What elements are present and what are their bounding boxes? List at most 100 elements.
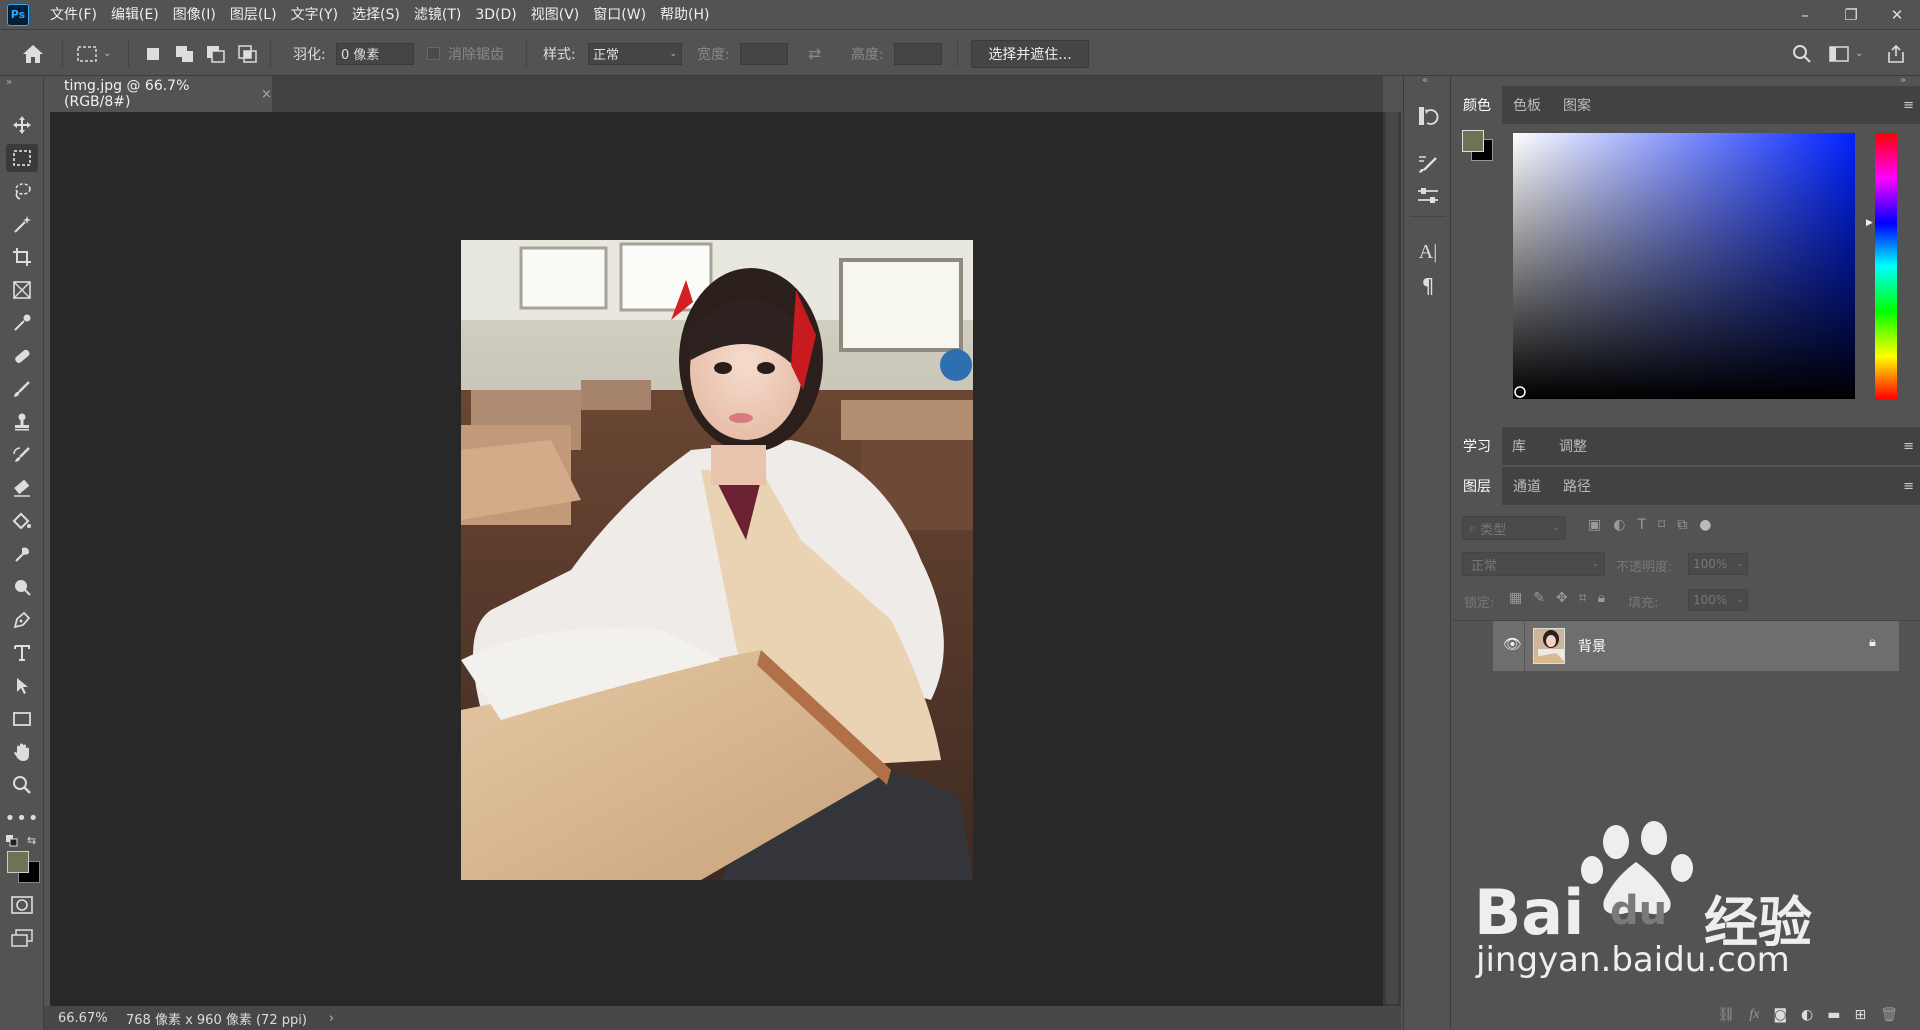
properties-panel-icon[interactable] bbox=[1414, 182, 1442, 210]
share-icon[interactable] bbox=[1886, 31, 1906, 76]
healing-brush-tool-icon[interactable] bbox=[6, 342, 38, 370]
intersect-selection-icon[interactable] bbox=[238, 31, 258, 76]
quick-mask-icon[interactable] bbox=[6, 891, 38, 919]
panel-menu-icon[interactable]: ≡ bbox=[1903, 439, 1914, 454]
add-selection-icon[interactable] bbox=[175, 31, 195, 76]
path-selection-tool-icon[interactable] bbox=[6, 672, 38, 700]
menu-help[interactable]: 帮助(H) bbox=[653, 0, 716, 30]
zoom-level[interactable]: 66.67% bbox=[58, 1011, 108, 1026]
menu-filter[interactable]: 滤镜(T) bbox=[407, 0, 468, 30]
foreground-color-swatch[interactable] bbox=[7, 851, 29, 873]
filter-toggle-icon[interactable]: ● bbox=[1699, 517, 1711, 533]
fx-icon[interactable]: fx bbox=[1749, 1007, 1759, 1023]
workspace-icon[interactable]: ⌄ bbox=[1829, 31, 1863, 76]
hand-tool-icon[interactable] bbox=[6, 738, 38, 766]
trash-icon[interactable]: 🗑︎ bbox=[1880, 1007, 1898, 1023]
menu-3d[interactable]: 3D(D) bbox=[468, 0, 523, 30]
hue-slider-handle-icon[interactable]: ▶ bbox=[1866, 218, 1873, 228]
antialias-checkbox[interactable] bbox=[427, 47, 440, 60]
layer-row[interactable]: 👁︎ 背景 🔒︎ bbox=[1493, 621, 1899, 671]
layer-name[interactable]: 背景 bbox=[1578, 636, 1606, 656]
style-select[interactable]: 正常 ⌄ bbox=[588, 42, 682, 65]
width-input[interactable] bbox=[740, 42, 788, 65]
swap-colors-icon[interactable]: ⇆ bbox=[27, 835, 39, 847]
close-tab-icon[interactable]: × bbox=[261, 87, 272, 102]
tab-paths[interactable]: 路径 bbox=[1552, 467, 1602, 505]
home-icon[interactable] bbox=[22, 31, 44, 76]
history-brush-tool-icon[interactable] bbox=[6, 441, 38, 469]
history-panel-icon[interactable] bbox=[1414, 102, 1442, 130]
collapse-arrows-icon[interactable]: « bbox=[1422, 75, 1428, 86]
lock-image-pixels-icon[interactable]: ✎ bbox=[1533, 590, 1545, 606]
tab-layers[interactable]: 图层 bbox=[1452, 467, 1502, 505]
subtract-selection-icon[interactable] bbox=[206, 31, 226, 76]
paragraph-panel-icon[interactable]: ¶ bbox=[1414, 272, 1442, 300]
collapse-arrows-icon[interactable]: » bbox=[1900, 75, 1906, 86]
foreground-color-swatch[interactable] bbox=[1462, 130, 1484, 152]
tab-patterns[interactable]: 图案 bbox=[1552, 86, 1602, 124]
filter-type-layer-icon[interactable]: T bbox=[1637, 517, 1646, 533]
filter-shape-layer-icon[interactable]: ⌑ bbox=[1658, 517, 1665, 533]
default-colors-icon[interactable] bbox=[6, 835, 18, 847]
menu-edit[interactable]: 编辑(E) bbox=[104, 0, 166, 30]
menu-image[interactable]: 图像(I) bbox=[166, 0, 223, 30]
height-input[interactable] bbox=[894, 42, 942, 65]
character-panel-icon[interactable]: A| bbox=[1414, 238, 1442, 266]
rectangle-tool-icon[interactable] bbox=[6, 705, 38, 733]
collapse-arrows-icon[interactable]: » bbox=[6, 77, 12, 88]
restore-button[interactable]: ❐ bbox=[1828, 0, 1874, 30]
pen-tool-icon[interactable] bbox=[6, 606, 38, 634]
rectangular-marquee-tool-icon[interactable] bbox=[6, 144, 38, 172]
panel-menu-icon[interactable]: ≡ bbox=[1903, 98, 1914, 113]
blend-mode-select[interactable]: 正常 ⌄ bbox=[1462, 552, 1605, 576]
feather-input[interactable]: 0 像素 bbox=[336, 42, 414, 65]
frame-tool-icon[interactable] bbox=[6, 276, 38, 304]
new-group-icon[interactable]: ▬ bbox=[1827, 1007, 1840, 1023]
tab-channels[interactable]: 通道 bbox=[1502, 467, 1552, 505]
menu-file[interactable]: 文件(F) bbox=[43, 0, 104, 30]
filter-smart-object-icon[interactable]: ⧉ bbox=[1677, 517, 1687, 533]
more-tools-icon[interactable]: ••• bbox=[5, 804, 39, 832]
lock-position-icon[interactable]: ✥ bbox=[1556, 590, 1568, 606]
zoom-tool-icon[interactable] bbox=[6, 771, 38, 799]
dodge-tool-icon[interactable] bbox=[6, 573, 38, 601]
close-button[interactable]: ✕ bbox=[1874, 0, 1920, 30]
swap-arrows-icon[interactable]: ⇄ bbox=[808, 31, 821, 76]
eraser-tool-icon[interactable] bbox=[6, 474, 38, 502]
brush-tool-icon[interactable] bbox=[6, 375, 38, 403]
screen-mode-icon[interactable] bbox=[6, 924, 38, 952]
scrollbar-thumb[interactable] bbox=[1386, 112, 1398, 1004]
add-mask-icon[interactable]: ◙ bbox=[1773, 1007, 1787, 1023]
menu-type[interactable]: 文字(Y) bbox=[284, 0, 345, 30]
tab-swatches[interactable]: 色板 bbox=[1502, 86, 1552, 124]
link-layers-icon[interactable]: ⛓︎ bbox=[1718, 1007, 1736, 1023]
crop-tool-icon[interactable] bbox=[6, 243, 38, 271]
filter-adjustment-layer-icon[interactable]: ◐ bbox=[1613, 517, 1625, 533]
lock-all-icon[interactable]: 🔒︎ bbox=[1598, 590, 1605, 606]
layer-filter-select[interactable]: ⌕ 类型 ⌄ bbox=[1462, 516, 1566, 540]
hue-slider[interactable] bbox=[1875, 133, 1897, 399]
search-icon[interactable] bbox=[1792, 31, 1812, 76]
opacity-input[interactable]: 100% ⌄ bbox=[1688, 553, 1748, 575]
menu-window[interactable]: 窗口(W) bbox=[586, 0, 653, 30]
tab-color[interactable]: 颜色 bbox=[1452, 86, 1502, 124]
new-layer-icon[interactable]: ⊞ bbox=[1854, 1007, 1866, 1023]
adjustment-layer-icon[interactable]: ◐ bbox=[1801, 1007, 1813, 1023]
eye-visibility-icon[interactable]: 👁︎ bbox=[1503, 635, 1522, 653]
lasso-tool-icon[interactable] bbox=[6, 177, 38, 205]
paint-bucket-tool-icon[interactable] bbox=[6, 507, 38, 535]
marquee-preset-picker[interactable]: ⌄ bbox=[76, 31, 111, 76]
new-selection-icon[interactable] bbox=[146, 31, 160, 76]
menu-select[interactable]: 选择(S) bbox=[345, 0, 407, 30]
document-tab[interactable]: timg.jpg @ 66.7%(RGB/8#) × bbox=[50, 76, 272, 112]
smudge-tool-icon[interactable] bbox=[6, 540, 38, 568]
eyedropper-tool-icon[interactable] bbox=[6, 309, 38, 337]
panel-menu-icon[interactable]: ≡ bbox=[1903, 479, 1914, 494]
minimize-button[interactable]: – bbox=[1782, 0, 1828, 30]
magic-wand-tool-icon[interactable] bbox=[6, 210, 38, 238]
fill-input[interactable]: 100% ⌄ bbox=[1688, 589, 1748, 611]
move-tool-icon[interactable] bbox=[6, 111, 38, 139]
brush-settings-panel-icon[interactable] bbox=[1414, 150, 1442, 178]
color-field[interactable] bbox=[1513, 133, 1855, 399]
tab-libraries[interactable]: 库 bbox=[1502, 427, 1548, 465]
